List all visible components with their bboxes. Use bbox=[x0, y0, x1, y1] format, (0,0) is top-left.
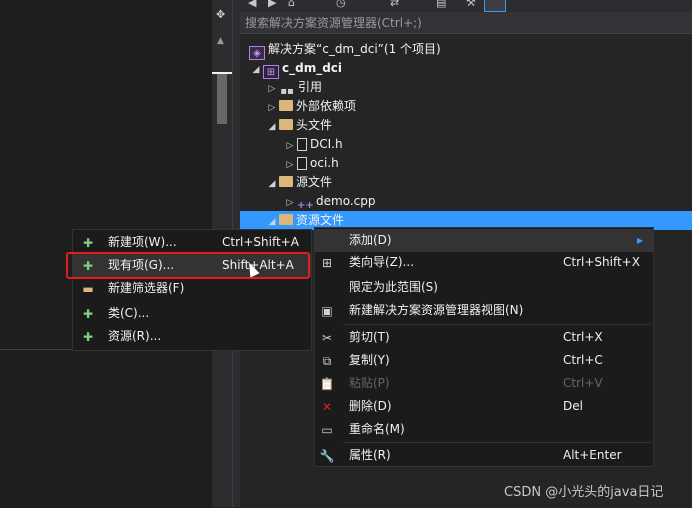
menu-item-label: 复制(Y) bbox=[349, 353, 390, 367]
copy-icon: ⧉ bbox=[322, 354, 332, 368]
tree-file-label: demo.cpp bbox=[316, 194, 376, 208]
properties-icon: 🔧 bbox=[319, 449, 335, 463]
solution-icon: ◈ bbox=[249, 46, 265, 60]
menu-separator bbox=[343, 324, 651, 325]
menu-item-label: 添加(D) bbox=[349, 233, 392, 247]
tree-header-folder[interactable]: ◢ 头文件 bbox=[265, 116, 332, 135]
tree-header-folder-label: 头文件 bbox=[296, 118, 333, 132]
menu-item-shortcut: Ctrl+C bbox=[563, 353, 603, 367]
new-view-icon: ▣ bbox=[321, 304, 333, 318]
tree-file[interactable]: ▷ DCI.h bbox=[283, 135, 343, 154]
annotation-highlight-box bbox=[66, 252, 310, 279]
tree-file-label: DCI.h bbox=[310, 137, 343, 151]
cut-icon: ✂ bbox=[321, 331, 333, 345]
delete-icon: ✕ bbox=[321, 400, 333, 414]
menu-item-class-wizard[interactable]: ⊞ 类向导(Z)... Ctrl+Shift+X bbox=[315, 251, 653, 274]
tree-project-label: c_dm_dci bbox=[282, 61, 343, 75]
tree-references-label: 引用 bbox=[298, 80, 323, 94]
show-all-files-icon[interactable]: ▤ bbox=[436, 0, 446, 9]
tree-solution-label: 解决方案“c_dm_dci”(1 个项目) bbox=[268, 42, 441, 56]
menu-item-paste[interactable]: 📋 粘贴(P) Ctrl+V bbox=[315, 372, 653, 395]
watermark: CSDN @小光头的java日记 bbox=[504, 485, 664, 500]
collapse-icon[interactable]: ◢ bbox=[249, 61, 263, 80]
tree-file[interactable]: ▷ ++ demo.cpp bbox=[283, 192, 376, 211]
menu-item-cut[interactable]: ✂ 剪切(T) Ctrl+X bbox=[315, 326, 653, 349]
menu-item-delete[interactable]: ✕ 删除(D) Del bbox=[315, 395, 653, 418]
menu-item-shortcut: Alt+Enter bbox=[563, 448, 622, 462]
scrollbar-thumb[interactable] bbox=[217, 74, 227, 124]
collapse-icon[interactable]: ◢ bbox=[265, 175, 279, 194]
submenu-item-resource[interactable]: ✚ 资源(R)... bbox=[73, 325, 311, 348]
back-icon[interactable]: ◀ bbox=[248, 0, 256, 9]
sync-icon[interactable]: ⇄ bbox=[390, 0, 399, 9]
tree-solution[interactable]: ◈ 解决方案“c_dm_dci”(1 个项目) bbox=[249, 40, 441, 60]
class-wizard-icon: ⊞ bbox=[321, 256, 333, 270]
menu-item-new-view[interactable]: ▣ 新建解决方案资源管理器视图(N) bbox=[315, 299, 653, 322]
submenu-item-class[interactable]: ✚ 类(C)... bbox=[73, 302, 311, 325]
rename-icon: ▭ bbox=[321, 423, 333, 437]
history-icon[interactable]: ◷ bbox=[336, 0, 346, 9]
menu-item-label: 新建解决方案资源管理器视图(N) bbox=[349, 303, 524, 317]
menu-item-label: 粘贴(P) bbox=[349, 376, 390, 390]
new-filter-icon: ▬ bbox=[82, 282, 94, 296]
search-placeholder: 搜索解决方案资源管理器(Ctrl+;) bbox=[245, 16, 422, 30]
scroll-up-icon[interactable]: ▲ bbox=[217, 36, 224, 46]
submenu-item-new-item[interactable]: ✚ 新建项(W)... Ctrl+Shift+A bbox=[73, 231, 311, 254]
add-submenu: ✚ 新建项(W)... Ctrl+Shift+A ✚ 现有项(G)... Shi… bbox=[72, 229, 312, 351]
menu-item-shortcut: Del bbox=[563, 399, 583, 413]
tree-file[interactable]: ▷ oci.h bbox=[283, 154, 339, 173]
tree-project[interactable]: ◢ ⊞ c_dm_dci bbox=[249, 59, 343, 80]
menu-item-label: 限定为此范围(S) bbox=[349, 280, 438, 294]
split-icon[interactable]: ✥ bbox=[216, 8, 225, 21]
folder-icon bbox=[279, 176, 293, 187]
submenu-arrow-icon: ▶ bbox=[637, 236, 644, 245]
tree-file-label: oci.h bbox=[310, 156, 339, 170]
menu-item-properties[interactable]: 🔧 属性(R) Alt+Enter bbox=[315, 444, 653, 467]
menu-item-add[interactable]: 添加(D) ▶ bbox=[315, 229, 653, 252]
menu-item-rename[interactable]: ▭ 重命名(M) bbox=[315, 418, 653, 441]
solution-explorer-toolbar: ◀ ▶ ⌂ ◷ ⇄ ▤ ⚒ bbox=[240, 0, 692, 12]
add-resource-icon: ✚ bbox=[82, 330, 94, 344]
tree-references[interactable]: ▷ ▪▪ 引用 bbox=[265, 78, 322, 97]
header-file-icon bbox=[297, 138, 307, 151]
submenu-item-shortcut: Ctrl+Shift+A bbox=[222, 235, 299, 249]
submenu-item-label: 类(C)... bbox=[108, 306, 150, 320]
project-icon: ⊞ bbox=[263, 65, 279, 79]
menu-item-label: 类向导(Z)... bbox=[349, 255, 415, 269]
output-pane bbox=[0, 349, 212, 508]
menu-item-label: 属性(R) bbox=[349, 448, 391, 462]
home-icon[interactable]: ⌂ bbox=[288, 0, 295, 9]
add-class-icon: ✚ bbox=[82, 307, 94, 321]
menu-item-copy[interactable]: ⧉ 复制(Y) Ctrl+C bbox=[315, 349, 653, 372]
tree-external-deps[interactable]: ▷ 外部依赖项 bbox=[265, 97, 356, 116]
submenu-item-label: 新建筛选器(F) bbox=[108, 281, 185, 295]
new-item-icon: ✚ bbox=[82, 236, 94, 250]
tree-external-deps-label: 外部依赖项 bbox=[296, 99, 357, 113]
menu-item-scope[interactable]: 限定为此范围(S) bbox=[315, 276, 653, 299]
solution-explorer-search[interactable]: 搜索解决方案资源管理器(Ctrl+;) bbox=[240, 12, 692, 34]
collapse-icon[interactable]: ◢ bbox=[265, 118, 279, 137]
tree-source-folder-label: 源文件 bbox=[296, 175, 333, 189]
tree-source-folder[interactable]: ◢ 源文件 bbox=[265, 173, 332, 192]
menu-item-label: 重命名(M) bbox=[349, 422, 405, 436]
menu-item-shortcut: Ctrl+X bbox=[563, 330, 603, 344]
properties-icon[interactable]: ⚒ bbox=[466, 0, 476, 9]
folder-icon bbox=[279, 214, 293, 225]
submenu-item-label: 新建项(W)... bbox=[108, 235, 177, 249]
menu-item-shortcut: Ctrl+V bbox=[563, 376, 603, 390]
menu-item-label: 删除(D) bbox=[349, 399, 392, 413]
menu-item-shortcut: Ctrl+Shift+X bbox=[563, 255, 640, 269]
menu-item-label: 剪切(T) bbox=[349, 330, 390, 344]
paste-icon: 📋 bbox=[319, 377, 335, 391]
folder-icon bbox=[279, 119, 293, 130]
header-file-icon bbox=[297, 157, 307, 170]
tree-resource-folder-label: 资源文件 bbox=[296, 213, 345, 227]
menu-separator bbox=[343, 442, 651, 443]
folder-icon bbox=[279, 100, 293, 111]
submenu-item-new-filter[interactable]: ▬ 新建筛选器(F) bbox=[73, 277, 311, 300]
forward-icon[interactable]: ▶ bbox=[268, 0, 276, 9]
submenu-item-label: 资源(R)... bbox=[108, 329, 162, 343]
context-menu: 添加(D) ▶ ⊞ 类向导(Z)... Ctrl+Shift+X 限定为此范围(… bbox=[314, 227, 654, 467]
preview-selected-button[interactable] bbox=[484, 0, 506, 12]
